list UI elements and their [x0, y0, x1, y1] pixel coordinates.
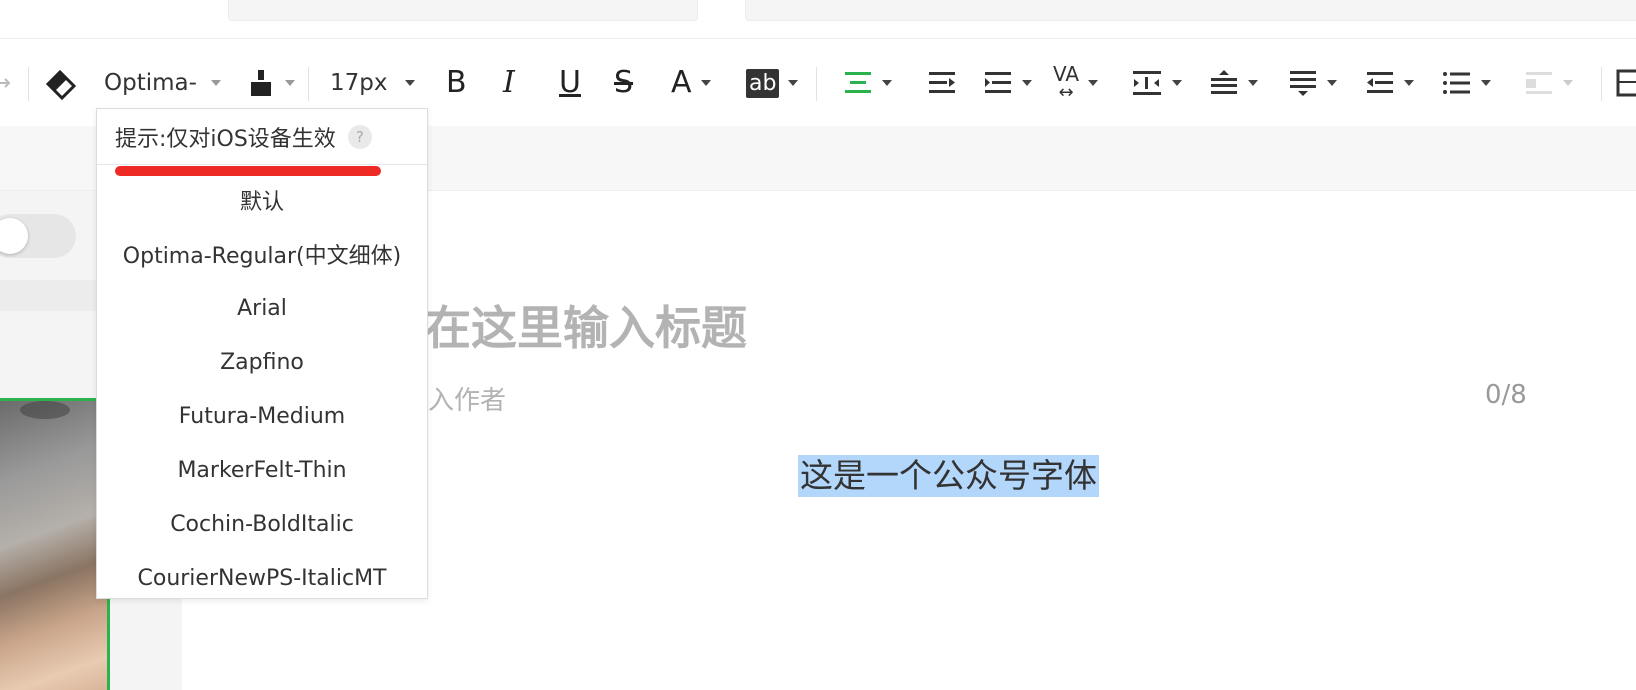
- font-option-default[interactable]: 默认: [97, 173, 427, 227]
- line-height-button[interactable]: [1209, 61, 1258, 105]
- author-char-count: 0/8: [1485, 380, 1527, 410]
- dropdown-hint-text: 提示:仅对iOS设备生效: [115, 126, 336, 152]
- chevron-down-icon: [1022, 80, 1032, 86]
- font-option-markerfelt[interactable]: MarkerFelt-Thin: [97, 443, 427, 497]
- image-float-button[interactable]: [1524, 61, 1573, 105]
- chevron-down-icon: [1327, 80, 1337, 86]
- paragraph-indent-icon: [985, 72, 1011, 93]
- font-option-cochin[interactable]: Cochin-BoldItalic: [97, 497, 427, 551]
- author-input[interactable]: 入作者: [428, 380, 506, 417]
- font-option-list: 默认 Optima-Regular(中文细体) Arial Zapfino Fu…: [97, 173, 427, 605]
- list-button[interactable]: [1442, 61, 1491, 105]
- help-icon[interactable]: ?: [347, 124, 372, 149]
- paragraph-indent-button[interactable]: [983, 61, 1032, 105]
- chevron-down-icon: [210, 80, 221, 86]
- chevron-down-icon: [1563, 80, 1573, 86]
- chevron-down-icon: [1248, 80, 1258, 86]
- toggle-knob: [0, 218, 28, 254]
- font-option-zapfino[interactable]: Zapfino: [97, 335, 427, 389]
- font-family-select[interactable]: Optima-: [104, 61, 221, 105]
- top-input-box-right[interactable]: [745, 0, 1636, 21]
- underline-icon: U: [559, 65, 581, 100]
- toolbar-separator: [816, 67, 817, 101]
- underline-button[interactable]: U: [559, 61, 581, 105]
- bold-button[interactable]: B: [446, 61, 467, 105]
- letter-spacing-icon: VA: [1053, 62, 1080, 86]
- font-option-arial[interactable]: Arial: [97, 281, 427, 335]
- chevron-down-icon: [405, 80, 416, 86]
- toolbar-separator: [308, 67, 309, 101]
- cover-photo[interactable]: [0, 398, 110, 690]
- font-option-futura[interactable]: Futura-Medium: [97, 389, 427, 443]
- top-strip: [0, 0, 1636, 38]
- toggle-switch[interactable]: [0, 214, 76, 258]
- paragraph-spacing-button[interactable]: [1288, 61, 1337, 105]
- line-height-icon: [1211, 70, 1237, 94]
- toolbar-separator: [28, 67, 29, 101]
- align-center-icon: [845, 72, 871, 93]
- format-painter-button[interactable]: [248, 61, 295, 105]
- font-color-button[interactable]: A: [671, 61, 711, 105]
- italic-button[interactable]: I: [503, 61, 515, 105]
- font-family-value: Optima-: [104, 70, 197, 96]
- eraser-icon[interactable]: [44, 61, 78, 105]
- image-float-icon: [1526, 72, 1552, 94]
- font-size-value: 17px: [330, 70, 388, 96]
- background-color-button[interactable]: ab: [746, 61, 799, 105]
- align-center-button[interactable]: [843, 61, 892, 105]
- list-icon: [1443, 72, 1470, 94]
- strikethrough-icon: S: [614, 65, 634, 100]
- chevron-down-icon: [882, 80, 892, 86]
- background-color-icon: ab: [746, 68, 780, 98]
- table-icon[interactable]: [1616, 61, 1636, 105]
- chevron-down-icon: [700, 80, 711, 86]
- outdent-button[interactable]: [1365, 61, 1414, 105]
- chevron-down-icon: [1172, 80, 1182, 86]
- dropdown-hint: 提示:仅对iOS设备生效 ?: [97, 109, 427, 165]
- indent-button[interactable]: [927, 61, 957, 105]
- redo-icon[interactable]: [0, 61, 12, 105]
- font-family-dropdown: 提示:仅对iOS设备生效 ? 默认 Optima-Regular(中文细体) A…: [96, 108, 428, 599]
- letter-spacing-button[interactable]: VA ↔: [1053, 61, 1099, 105]
- indent-icon: [929, 72, 955, 93]
- italic-icon: I: [503, 65, 515, 100]
- outdent-icon: [1367, 72, 1393, 93]
- toolbar-separator: [1601, 67, 1602, 101]
- paragraph-spacing-icon: [1290, 71, 1316, 96]
- font-option-couriernew[interactable]: CourierNewPS-ItalicMT: [97, 551, 427, 605]
- font-option-optima[interactable]: Optima-Regular(中文细体): [97, 227, 427, 281]
- column-spacing-icon: [1133, 71, 1161, 95]
- font-size-select[interactable]: 17px: [330, 61, 416, 105]
- strikethrough-button[interactable]: S: [614, 61, 633, 105]
- chevron-down-icon: [1481, 80, 1491, 86]
- bold-icon: B: [446, 65, 467, 100]
- chevron-down-icon: [285, 80, 295, 86]
- chevron-down-icon: [1088, 80, 1099, 86]
- chevron-down-icon: [1404, 80, 1414, 86]
- font-color-icon: A: [671, 65, 692, 100]
- column-spacing-button[interactable]: [1131, 61, 1182, 105]
- selected-body-text[interactable]: 这是一个公众号字体: [798, 455, 1099, 497]
- chevron-down-icon: [788, 80, 799, 86]
- top-input-box-left[interactable]: [228, 0, 698, 21]
- title-input[interactable]: 在这里输入标题: [425, 292, 747, 358]
